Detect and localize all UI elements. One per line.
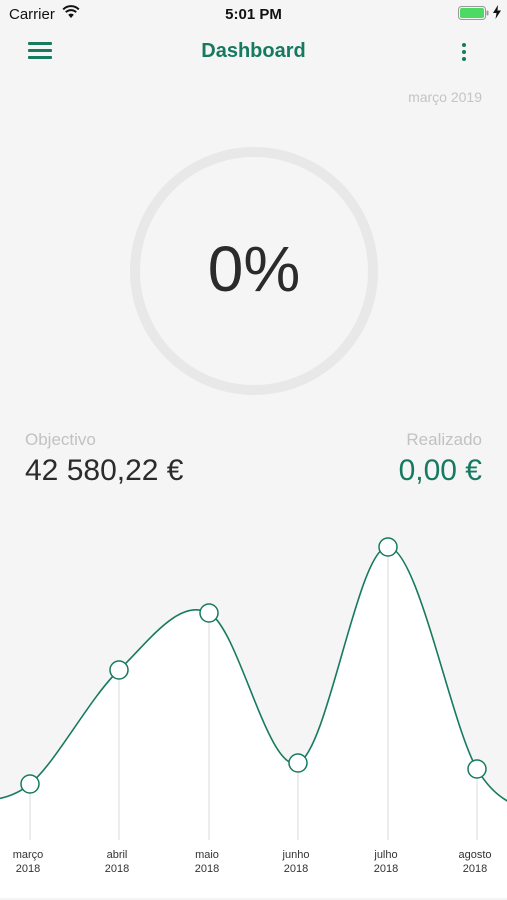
- x-tick-label-line: março: [13, 849, 44, 861]
- x-tick-label-line: 2018: [374, 863, 398, 875]
- x-tick-label-line: abril: [107, 849, 128, 861]
- x-tick-label-line: 2018: [284, 863, 308, 875]
- chart-area-fill: [0, 546, 507, 898]
- charging-bolt-icon: [493, 5, 501, 19]
- x-tick-label-line: maio: [195, 849, 219, 861]
- data-point-4: [288, 753, 308, 773]
- x-tick-label-line: julho: [373, 849, 397, 861]
- data-point-3: [199, 603, 219, 623]
- clock: 5:01 PM: [225, 6, 282, 23]
- x-tick-label-line: 2018: [195, 863, 219, 875]
- realized-label: Realizado: [406, 430, 482, 449]
- monthly-chart: março 2018 abril 2018 maio 2018 junho 2018 julho…: [0, 537, 507, 898]
- hamburger-icon[interactable]: [28, 42, 52, 62]
- x-tick-label-line: 2018: [463, 863, 487, 875]
- data-point-2: [109, 660, 129, 680]
- realized-value: 0,00 €: [398, 454, 482, 487]
- data-point-5: [378, 537, 398, 557]
- x-tick-label-line: 2018: [16, 863, 40, 875]
- status-bar: Carrier 5:01 PM: [0, 0, 507, 28]
- data-point-1: [20, 774, 40, 794]
- objective-label: Objectivo: [25, 430, 96, 449]
- page-title: Dashboard: [201, 40, 306, 62]
- period-label: março 2019: [408, 89, 482, 105]
- x-tick-label-line: agosto: [458, 849, 491, 861]
- progress-percent: 0%: [207, 233, 301, 305]
- battery-icon: [458, 6, 489, 20]
- navigation-bar: Dashboard: [0, 28, 507, 78]
- x-tick-label-line: junho: [282, 849, 310, 861]
- objective-value: 42 580,22 €: [25, 454, 184, 487]
- data-point-6: [467, 759, 487, 779]
- x-tick-label-line: 2018: [105, 863, 129, 875]
- more-vertical-icon[interactable]: [456, 43, 472, 63]
